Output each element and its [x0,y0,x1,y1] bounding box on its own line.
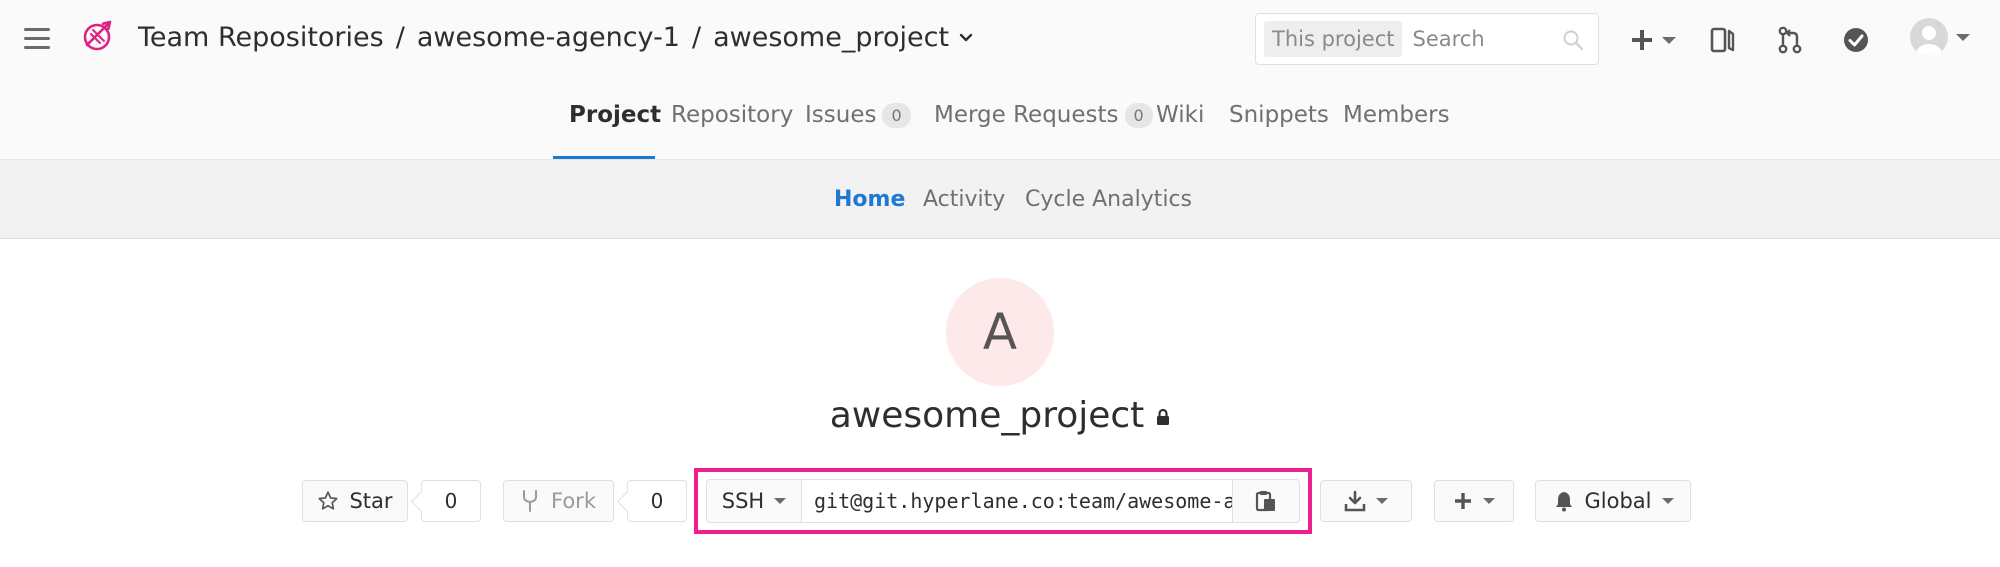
search-input[interactable] [1412,27,1573,51]
tab-label: Snippets [1229,102,1329,128]
user-menu[interactable] [1910,18,1970,56]
issues-button[interactable] [1843,22,1869,58]
tab-merge-requests[interactable]: Merge Requests 0 [934,102,1153,128]
add-dropdown[interactable] [1434,480,1514,522]
project-avatar: A [946,278,1054,386]
merge-requests-button[interactable] [1778,22,1802,58]
tab-wiki[interactable]: Wiki [1156,102,1204,128]
fork-count[interactable]: 0 [627,480,687,522]
caret-down-icon [1956,33,1970,41]
project-subnav: Home Activity Cycle Analytics [0,160,2000,239]
caret-down-icon [1483,498,1495,504]
star-icon [318,491,338,510]
avatar [1910,18,1948,56]
plus-icon [1632,30,1652,50]
tab-project[interactable]: Project [569,102,661,128]
tab-label: Members [1343,102,1450,128]
merge-request-icon [1778,26,1802,54]
caret-down-icon [1661,498,1674,504]
issues-count-badge: 0 [882,102,911,128]
star-button[interactable]: Star [302,480,408,522]
breadcrumb-project[interactable]: awesome_project [713,22,949,53]
tab-label: Issues [805,102,877,128]
fork-label: Fork [551,489,596,513]
tab-snippets[interactable]: Snippets [1229,102,1329,128]
bell-icon [1555,492,1572,512]
chevron-down-icon[interactable] [959,31,973,45]
fork-count-value: 0 [650,489,664,513]
breadcrumb-separator: / [692,22,702,53]
fork-button[interactable]: Fork [503,480,614,522]
tab-repository[interactable]: Repository [671,102,793,128]
caret-down-icon [1662,36,1676,44]
clone-url-input[interactable] [802,479,1232,523]
search-scope-badge[interactable]: This project [1264,21,1403,57]
new-dropdown[interactable] [1630,22,1676,58]
subnav-activity[interactable]: Activity [923,187,1005,212]
star-count[interactable]: 0 [421,480,481,522]
lock-icon [1157,408,1170,425]
search-box: This project [1255,13,1599,65]
todo-button[interactable] [1710,22,1736,58]
clone-protocol-label: SSH [721,489,765,513]
breadcrumb-group[interactable]: Team Repositories [138,22,384,53]
fork-icon [523,490,537,512]
download-icon [1344,490,1366,512]
breadcrumb: Team Repositories / awesome-agency-1 / a… [138,22,973,53]
clone-url-group: SSH [706,479,1300,523]
tab-label: Merge Requests [934,102,1119,128]
plus-icon [1455,493,1471,509]
caret-down-icon [1376,498,1388,504]
clipboard-icon [1255,491,1275,512]
star-count-value: 0 [444,489,458,513]
clone-protocol-dropdown[interactable]: SSH [706,479,802,523]
breadcrumb-separator: / [395,22,405,53]
tab-label: Wiki [1156,102,1205,128]
tab-label: Project [569,102,662,128]
download-dropdown[interactable] [1320,480,1412,522]
subnav-cycle-analytics[interactable]: Cycle Analytics [1025,187,1192,212]
project-nav: Project Repository Issues 0 Merge Reques… [0,80,2000,160]
logo-icon[interactable] [80,18,116,54]
project-name: awesome_project [829,395,1145,436]
todo-icon [1710,27,1735,53]
menu-icon[interactable] [24,28,50,50]
breadcrumb-subgroup[interactable]: awesome-agency-1 [417,22,680,53]
tab-members[interactable]: Members [1343,102,1450,128]
active-tab-indicator [553,156,655,159]
project-title: awesome_project [0,395,2000,436]
star-label: Star [349,489,393,513]
tab-label: Repository [671,102,794,128]
tab-issues[interactable]: Issues 0 [805,102,911,128]
notification-dropdown[interactable]: Global [1535,480,1691,522]
search-icon [1563,30,1584,51]
copy-url-button[interactable] [1232,479,1300,523]
caret-down-icon [774,498,787,504]
notification-label: Global [1584,489,1652,513]
merge-requests-count-badge: 0 [1124,102,1153,128]
subnav-home[interactable]: Home [834,187,905,212]
top-header: Team Repositories / awesome-agency-1 / a… [0,0,2000,80]
check-circle-icon [1844,28,1868,52]
